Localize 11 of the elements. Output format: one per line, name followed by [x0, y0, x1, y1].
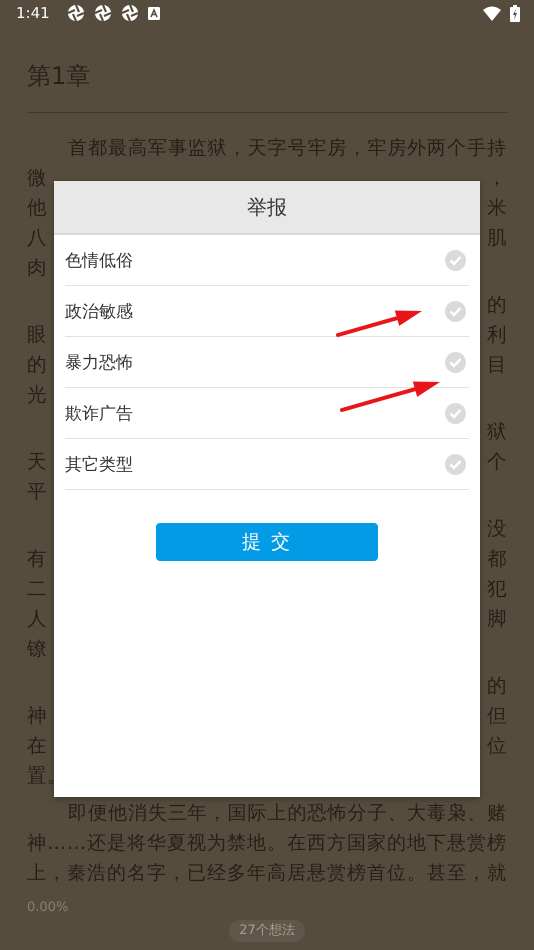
report-option[interactable]: 其它类型 [65, 439, 469, 490]
wifi-icon [483, 6, 501, 20]
clock-time: 1:41 [16, 4, 50, 22]
dialog-title: 举报 [247, 194, 287, 220]
aperture-icon [66, 4, 85, 22]
report-option[interactable]: 色情低俗 [65, 235, 469, 286]
body-text: ， [487, 165, 507, 191]
text-a-icon [148, 6, 160, 20]
aperture-icon [94, 4, 112, 22]
battery-icon [510, 4, 520, 22]
aperture-icon [120, 4, 139, 22]
